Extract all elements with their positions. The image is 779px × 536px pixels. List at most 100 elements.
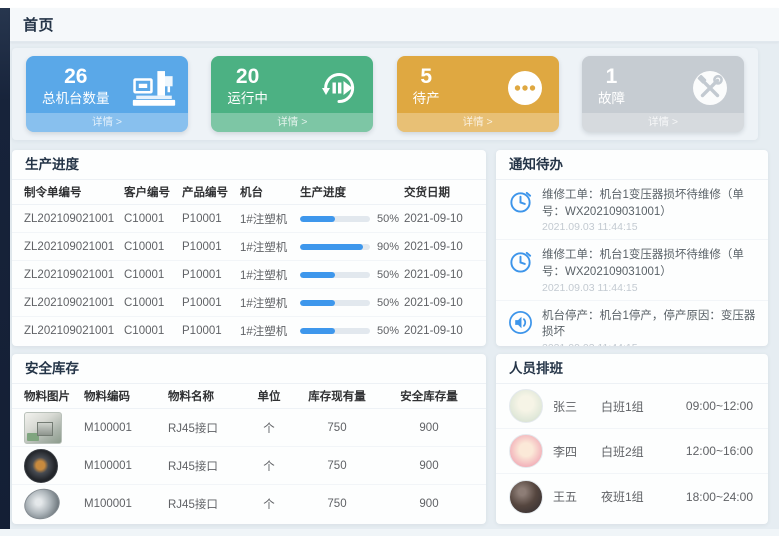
personnel-schedule-panel: 人员排班 张三 白班1组 09:00~12:00 李四 白班2组 12:00~1… xyxy=(496,354,768,524)
customer-no: C10001 xyxy=(124,269,182,281)
running-icon xyxy=(317,66,361,110)
col-header-due-date: 交货日期 xyxy=(404,184,474,200)
fault-detail-link[interactable]: 详情 > xyxy=(582,113,744,132)
col-header-unit: 单位 xyxy=(248,388,290,404)
safety-qty: 900 xyxy=(384,498,474,510)
stat-card-running[interactable]: 20 运行中 详情 > xyxy=(211,56,373,132)
production-progress-title: 生产进度 xyxy=(12,150,486,180)
inventory-table-row: M100001 RJ45接口 个 750 900 xyxy=(12,447,486,485)
notices-title: 通知待办 xyxy=(496,150,768,180)
progress-bar xyxy=(300,300,370,306)
production-table-row: ZL202109021001 C10001 P10001 1#注塑机 50% 2… xyxy=(12,317,486,345)
stat-card-fault[interactable]: 1 故障 详情 > xyxy=(582,56,744,132)
progress-percent: 50% xyxy=(377,297,399,309)
dashboard-screen: 首页 26 总机台数量 详情 > 20 运行中 xyxy=(0,0,779,536)
inventory-table-row: M100001 RJ45接口 个 750 900 xyxy=(12,485,486,523)
safety-qty: 900 xyxy=(384,460,474,472)
production-table-row: ZL202109021001 C10001 P10001 1#注塑机 50% 2… xyxy=(12,261,486,289)
speaker-icon xyxy=(508,310,533,335)
production-table-row: ZL202109021001 C10001 P10001 1#注塑机 50% 2… xyxy=(12,289,486,317)
progress-bar xyxy=(300,272,370,278)
order-no: ZL202109021001 xyxy=(24,325,124,337)
waiting-value: 5 xyxy=(420,65,432,89)
shift-group: 白班2组 xyxy=(601,443,683,460)
clock-icon xyxy=(508,249,533,274)
notice-text: 机台停产：机台1停产，停产原因：变压器损坏 xyxy=(542,308,756,341)
progress-cell: 90% xyxy=(300,241,404,253)
customer-no: C10001 xyxy=(124,325,182,337)
product-no: P10001 xyxy=(182,325,240,337)
progress-cell: 50% xyxy=(300,325,404,337)
avatar xyxy=(509,480,543,514)
material-name: RJ45接口 xyxy=(168,458,248,474)
tab-home[interactable]: 首页 xyxy=(23,14,54,35)
col-header-material-name: 物料名称 xyxy=(168,388,248,404)
production-table-row: ZL202109021001 C10001 P10001 1#注塑机 90% 2… xyxy=(12,233,486,261)
progress-percent: 50% xyxy=(377,269,399,281)
product-no: P10001 xyxy=(182,269,240,281)
tools-icon xyxy=(688,66,732,110)
person-name: 张三 xyxy=(553,398,601,415)
col-header-material-code: 物料编码 xyxy=(84,388,168,404)
collapsed-sidebar-strip[interactable] xyxy=(0,8,10,529)
total-machines-detail-link[interactable]: 详情 > xyxy=(26,113,188,132)
safety-qty: 900 xyxy=(384,422,474,434)
production-table-row: ZL202109021001 C10001 P10001 1#注塑机 50% 2… xyxy=(12,205,486,233)
col-header-machine: 机台 xyxy=(240,184,300,200)
total-machines-value: 26 xyxy=(64,65,87,89)
waiting-detail-link[interactable]: 详情 > xyxy=(397,113,559,132)
page-title-bar: 首页 xyxy=(10,8,779,42)
machine-name: 1#注塑机 xyxy=(240,267,300,283)
progress-cell: 50% xyxy=(300,297,404,309)
progress-cell: 50% xyxy=(300,213,404,225)
rj45-connector-photo xyxy=(24,412,62,444)
col-header-customer: 客户编号 xyxy=(124,184,182,200)
inventory-table-row: M100001 RJ45接口 个 750 900 xyxy=(12,409,486,447)
progress-cell: 50% xyxy=(300,269,404,281)
ellipsis-icon xyxy=(503,66,547,110)
material-name: RJ45接口 xyxy=(168,496,248,512)
notice-text: 维修工单：机台1变压器损坏待维修（单号：WX202109031001） xyxy=(542,187,756,220)
fault-label: 故障 xyxy=(598,90,625,108)
order-no: ZL202109021001 xyxy=(24,213,124,225)
machine-icon xyxy=(132,66,176,110)
due-date: 2021-09-10 xyxy=(404,213,474,225)
avatar xyxy=(509,389,543,423)
notices-panel: 通知待办 维修工单：机台1变压器损坏待维修（单号：WX202109031001）… xyxy=(496,150,768,346)
product-no: P10001 xyxy=(182,213,240,225)
bottom-strip xyxy=(0,529,779,536)
waiting-label: 待产 xyxy=(413,90,440,108)
notice-time: 2021.09.03 11:44:15 xyxy=(542,342,756,346)
inventory-table-header: 物料图片 物料编码 物料名称 单位 库存现有量 安全库存量 xyxy=(12,384,486,409)
person-name: 王五 xyxy=(553,488,601,505)
top-strip xyxy=(0,0,779,8)
machine-name: 1#注塑机 xyxy=(240,295,300,311)
order-no: ZL202109021001 xyxy=(24,297,124,309)
material-name: RJ45接口 xyxy=(168,420,248,436)
notice-item[interactable]: 维修工单：机台1变压器损坏待维修（单号：WX202109031001） 2021… xyxy=(496,180,768,240)
stat-card-total-machines[interactable]: 26 总机台数量 详情 > xyxy=(26,56,188,132)
production-progress-panel: 生产进度 制令单编号 客户编号 产品编号 机台 生产进度 交货日期 ZL2021… xyxy=(12,150,486,346)
machine-name: 1#注塑机 xyxy=(240,239,300,255)
machine-name: 1#注塑机 xyxy=(240,211,300,227)
col-header-progress: 生产进度 xyxy=(300,184,404,200)
notice-item[interactable]: 机台停产：机台1停产，停产原因：变压器损坏 2021.09.03 11:44:1… xyxy=(496,301,768,346)
running-label: 运行中 xyxy=(227,90,268,108)
speaker-driver-photo xyxy=(20,484,64,524)
progress-percent: 90% xyxy=(377,241,399,253)
col-header-material-image: 物料图片 xyxy=(24,388,84,404)
shift-time: 09:00~12:00 xyxy=(683,399,755,413)
avatar xyxy=(509,434,543,468)
order-no: ZL202109021001 xyxy=(24,241,124,253)
customer-no: C10001 xyxy=(124,297,182,309)
person-name: 李四 xyxy=(553,443,601,460)
notice-item[interactable]: 维修工单：机台1变压器损坏待维修（单号：WX202109031001） 2021… xyxy=(496,240,768,300)
safety-inventory-title: 安全库存 xyxy=(12,354,486,384)
schedule-row: 王五 夜班1组 18:00~24:00 xyxy=(496,474,768,519)
schedule-row: 李四 白班2组 12:00~16:00 xyxy=(496,429,768,474)
progress-percent: 50% xyxy=(377,213,399,225)
stat-card-waiting[interactable]: 5 待产 详情 > xyxy=(397,56,559,132)
running-detail-link[interactable]: 详情 > xyxy=(211,113,373,132)
shift-group: 夜班1组 xyxy=(601,488,683,505)
progress-bar xyxy=(300,216,370,222)
